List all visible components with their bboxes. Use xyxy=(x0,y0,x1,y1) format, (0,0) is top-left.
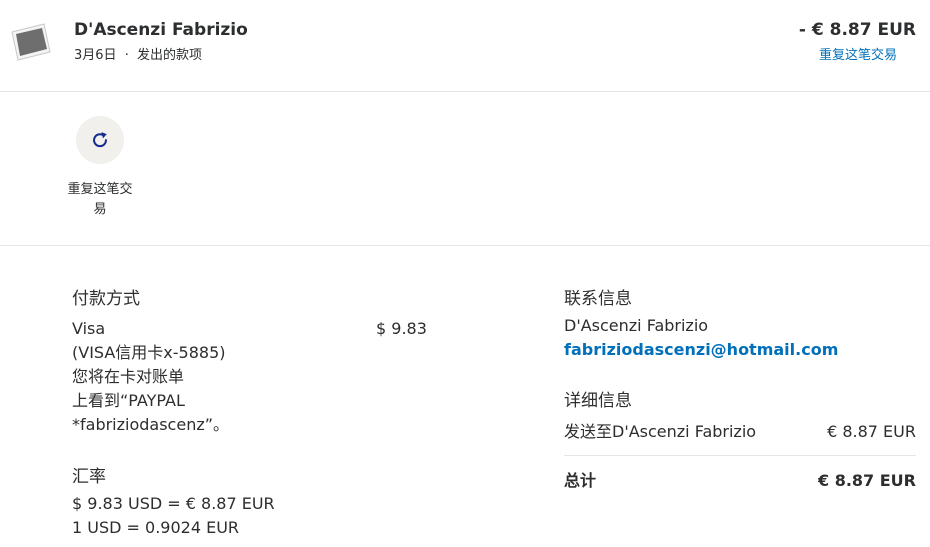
total-label: 总计 xyxy=(564,471,597,490)
payment-method-line: 您将在卡对账单 xyxy=(72,367,185,386)
header-divider xyxy=(0,91,930,92)
refresh-icon xyxy=(93,132,107,148)
total-divider xyxy=(564,455,916,456)
merchant-name: D'Ascenzi Fabrizio xyxy=(74,20,248,40)
exchange-rate-title: 汇率 xyxy=(72,467,106,487)
contact-email-link[interactable]: fabriziodascenzi@hotmail.com xyxy=(564,340,838,359)
exchange-rate-conversion: $ 9.83 USD = € 8.87 EUR xyxy=(72,494,275,513)
payment-amount: $ 9.83 xyxy=(376,319,427,338)
transaction-date: 3月6日 xyxy=(74,48,117,63)
sent-to-amount: € 8.87 EUR xyxy=(827,422,916,441)
transaction-type: 发出的款项 xyxy=(136,48,202,63)
total-amount: € 8.87 EUR xyxy=(818,471,916,490)
payment-method-details: Visa (VISA信用卡x-5885) 您将在卡对账单 上看到“PAYPAL … xyxy=(72,317,229,437)
contact-name: D'Ascenzi Fabrizio xyxy=(564,316,709,335)
merchant-card-icon xyxy=(10,22,54,62)
payment-method-line: 上看到“PAYPAL xyxy=(72,391,185,410)
repeat-action-button[interactable] xyxy=(76,116,124,164)
payment-method-line: *fabriziodascenz”。 xyxy=(72,415,230,434)
payment-method-line: (VISA信用卡x-5885) xyxy=(72,343,226,362)
repeat-transaction-action[interactable]: 重复这笔交易 xyxy=(62,116,138,220)
repeat-action-label: 重复这笔交易 xyxy=(67,182,133,217)
transaction-amount: - € 8.87 EUR xyxy=(798,20,916,40)
sent-to-label: 发送至D'Ascenzi Fabrizio xyxy=(564,422,757,441)
details-title: 详细信息 xyxy=(564,391,632,411)
exchange-rate-unit: 1 USD = 0.9024 EUR xyxy=(72,518,240,537)
actions-divider xyxy=(0,245,930,246)
repeat-transaction-link[interactable]: 重复这笔交易 xyxy=(819,44,897,63)
payment-method-title: 付款方式 xyxy=(72,289,140,309)
transaction-subline: 3月6日 · 发出的款项 xyxy=(74,44,202,63)
transaction-header: D'Ascenzi Fabrizio 3月6日 · 发出的款项 - € 8.87… xyxy=(0,0,930,91)
dot-separator: · xyxy=(124,48,129,63)
payment-method-line: Visa xyxy=(72,319,106,338)
contact-info-title: 联系信息 xyxy=(564,289,632,309)
